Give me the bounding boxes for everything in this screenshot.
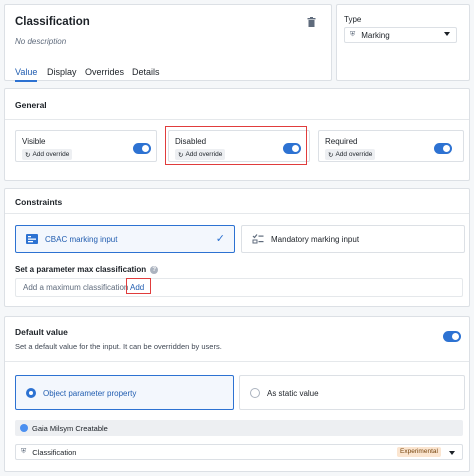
object-type-chip: Gaia Milsym Creatable bbox=[15, 420, 463, 436]
disabled-highlight bbox=[165, 126, 307, 165]
type-select-value: Marking bbox=[361, 30, 390, 40]
object-property-label: Object parameter property bbox=[43, 389, 137, 398]
mandatory-icon bbox=[252, 233, 264, 247]
add-override-label: Add override bbox=[335, 151, 373, 158]
constraints-divider bbox=[5, 213, 469, 214]
radio-unselected-icon bbox=[250, 388, 260, 398]
caret-down-icon bbox=[444, 32, 450, 36]
description-text: No description bbox=[15, 37, 67, 46]
page-title: Classification bbox=[15, 16, 90, 28]
check-icon: ✓ bbox=[215, 233, 225, 245]
mandatory-label: Mandatory marking input bbox=[271, 235, 360, 244]
visible-card: Visible ↻ Add override bbox=[15, 130, 157, 162]
tab-display[interactable]: Display bbox=[47, 67, 77, 77]
caret-down-icon[interactable] bbox=[449, 451, 455, 455]
help-icon[interactable]: ? bbox=[150, 265, 159, 274]
refresh-icon: ↻ bbox=[25, 151, 31, 159]
refresh-icon: ↻ bbox=[328, 151, 334, 159]
tab-value-underline bbox=[15, 80, 37, 82]
static-value-label: As static value bbox=[267, 389, 319, 398]
type-card: Type ⛨ Marking bbox=[336, 4, 470, 81]
default-value-description: Set a default value for the input. It ca… bbox=[15, 342, 222, 351]
default-value-divider bbox=[5, 361, 469, 362]
visible-toggle[interactable] bbox=[133, 143, 151, 154]
tab-value[interactable]: Value bbox=[15, 67, 37, 77]
object-type-name: Gaia Milsym Creatable bbox=[32, 423, 108, 433]
tab-details[interactable]: Details bbox=[132, 67, 160, 77]
general-card: General Visible ↻ Add override Disabled ↻… bbox=[4, 88, 470, 181]
visible-add-override[interactable]: ↻ Add override bbox=[22, 149, 73, 160]
trash-icon[interactable] bbox=[307, 17, 316, 27]
property-name: Classification bbox=[32, 447, 77, 457]
general-heading: General bbox=[15, 100, 47, 110]
general-divider bbox=[5, 119, 469, 120]
type-select[interactable]: ⛨ Marking bbox=[344, 27, 457, 43]
mandatory-option[interactable]: Mandatory marking input bbox=[241, 225, 465, 253]
header-card: Classification No description Value Disp… bbox=[4, 4, 332, 82]
default-value-card: Default value Set a default value for th… bbox=[4, 316, 470, 472]
constraints-card: Constraints CBAC marking input ✓ Mandato… bbox=[4, 188, 470, 307]
tab-overrides[interactable]: Overrides bbox=[85, 67, 124, 77]
visible-label: Visible bbox=[22, 137, 46, 146]
required-card: Required ↻ Add override bbox=[318, 130, 464, 162]
static-value-option[interactable]: As static value bbox=[239, 375, 465, 410]
shield-icon: ⛨ bbox=[21, 448, 27, 455]
default-value-heading: Default value bbox=[15, 327, 68, 337]
type-label: Type bbox=[344, 15, 362, 24]
default-value-toggle[interactable] bbox=[443, 331, 461, 342]
cbac-option[interactable]: CBAC marking input ✓ bbox=[15, 225, 235, 253]
cbac-icon bbox=[26, 234, 38, 244]
constraints-heading: Constraints bbox=[15, 197, 63, 207]
max-classification-text: Add a maximum classification bbox=[23, 283, 129, 292]
object-property-option[interactable]: Object parameter property bbox=[15, 375, 234, 410]
cbac-label: CBAC marking input bbox=[45, 235, 118, 244]
max-classification-heading: Set a parameter max classification ? bbox=[15, 265, 159, 274]
object-type-icon bbox=[20, 424, 28, 432]
required-toggle[interactable] bbox=[434, 143, 452, 154]
required-label: Required bbox=[325, 137, 358, 146]
radio-selected-icon bbox=[26, 388, 36, 398]
max-classification-heading-text: Set a parameter max classification bbox=[15, 265, 147, 274]
shield-icon: ⛨ bbox=[350, 31, 356, 38]
experimental-badge: Experimental bbox=[397, 447, 441, 457]
required-add-override[interactable]: ↻ Add override bbox=[325, 149, 376, 160]
property-select[interactable]: ⛨ Classification bbox=[15, 444, 463, 460]
add-override-label: Add override bbox=[32, 151, 70, 158]
add-link-highlight bbox=[126, 278, 151, 294]
